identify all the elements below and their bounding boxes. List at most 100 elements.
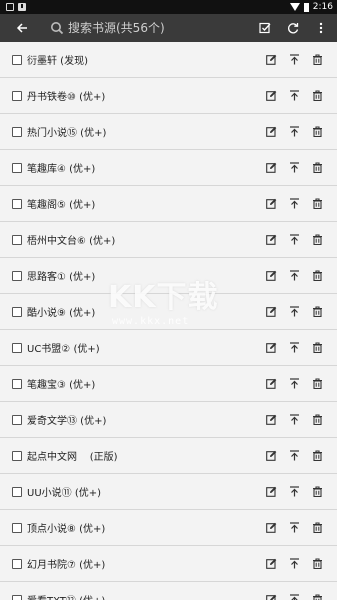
source-row[interactable]: 爱看TXT⑫ (优+) [0, 582, 337, 600]
source-checkbox[interactable] [12, 90, 22, 101]
source-row[interactable]: 爱奇文学⑬ (优+) [0, 402, 337, 438]
delete-button[interactable] [312, 306, 323, 317]
move-top-button[interactable] [289, 270, 300, 281]
source-checkbox[interactable] [12, 558, 22, 569]
move-top-button[interactable] [289, 306, 300, 317]
move-top-button[interactable] [289, 594, 300, 600]
source-row[interactable]: 起点中文网 (正版) [0, 438, 337, 474]
source-row[interactable]: UC书盟② (优+) [0, 330, 337, 366]
edit-icon [266, 162, 277, 173]
source-checkbox[interactable] [12, 54, 22, 65]
move-top-button[interactable] [289, 522, 300, 533]
move-to-top-icon [290, 54, 299, 65]
move-to-top-icon [290, 162, 299, 173]
delete-button[interactable] [312, 54, 323, 65]
move-to-top-icon [290, 126, 299, 137]
source-checkbox[interactable] [12, 306, 22, 317]
move-top-button[interactable] [289, 378, 300, 389]
edit-button[interactable] [266, 198, 277, 209]
move-top-button[interactable] [289, 414, 300, 425]
edit-button[interactable] [266, 270, 277, 281]
source-checkbox[interactable] [12, 126, 22, 137]
delete-button[interactable] [312, 126, 323, 137]
search-input[interactable] [68, 21, 228, 35]
source-checkbox[interactable] [12, 162, 22, 173]
source-row[interactable]: 酷小说⑨ (优+) [0, 294, 337, 330]
refresh-button[interactable] [287, 22, 299, 34]
edit-button[interactable] [266, 342, 277, 353]
source-checkbox[interactable] [12, 342, 22, 353]
delete-button[interactable] [312, 198, 323, 209]
source-checkbox[interactable] [12, 198, 22, 209]
move-top-button[interactable] [289, 486, 300, 497]
delete-button[interactable] [312, 234, 323, 245]
move-top-button[interactable] [289, 234, 300, 245]
move-top-button[interactable] [289, 198, 300, 209]
edit-button[interactable] [266, 486, 277, 497]
delete-button[interactable] [312, 522, 323, 533]
edit-icon [266, 486, 277, 497]
delete-button[interactable] [312, 162, 323, 173]
edit-button[interactable] [266, 414, 277, 425]
source-row[interactable]: 笔趣宝③ (优+) [0, 366, 337, 402]
move-to-top-icon [290, 270, 299, 281]
move-top-button[interactable] [289, 450, 300, 461]
source-checkbox[interactable] [12, 234, 22, 245]
delete-button[interactable] [312, 414, 323, 425]
source-checkbox[interactable] [12, 486, 22, 497]
edit-icon [266, 198, 277, 209]
edit-button[interactable] [266, 234, 277, 245]
source-checkbox[interactable] [12, 270, 22, 281]
edit-icon [266, 378, 277, 389]
source-row[interactable]: 顶点小说⑧ (优+) [0, 510, 337, 546]
back-button[interactable] [14, 20, 30, 36]
source-checkbox[interactable] [12, 594, 22, 600]
source-checkbox[interactable] [12, 450, 22, 461]
edit-button[interactable] [266, 450, 277, 461]
edit-button[interactable] [266, 90, 277, 101]
delete-button[interactable] [312, 90, 323, 101]
move-top-button[interactable] [289, 54, 300, 65]
source-row[interactable]: UU小说⑪ (优+) [0, 474, 337, 510]
edit-button[interactable] [266, 558, 277, 569]
move-to-top-icon [290, 378, 299, 389]
source-row[interactable]: 笔趣阁⑤ (优+) [0, 186, 337, 222]
source-row[interactable]: 热门小说⑮ (优+) [0, 114, 337, 150]
move-top-button[interactable] [289, 90, 300, 101]
source-row[interactable]: 思路客① (优+) [0, 258, 337, 294]
edit-button[interactable] [266, 306, 277, 317]
edit-button[interactable] [266, 54, 277, 65]
move-top-button[interactable] [289, 342, 300, 353]
search-bar[interactable] [50, 21, 259, 35]
delete-button[interactable] [312, 486, 323, 497]
trash-icon [313, 270, 322, 281]
source-row[interactable]: 梧州中文台⑥ (优+) [0, 222, 337, 258]
source-row[interactable]: 幻月书院⑦ (优+) [0, 546, 337, 582]
delete-button[interactable] [312, 594, 323, 600]
edit-button[interactable] [266, 162, 277, 173]
edit-button[interactable] [266, 522, 277, 533]
trash-icon [313, 198, 322, 209]
source-name: 起点中文网 (正版) [27, 452, 118, 463]
move-top-button[interactable] [289, 126, 300, 137]
source-row[interactable]: 丹书铁卷⑩ (优+) [0, 78, 337, 114]
delete-button[interactable] [312, 558, 323, 569]
move-top-button[interactable] [289, 162, 300, 173]
edit-button[interactable] [266, 594, 277, 600]
delete-button[interactable] [312, 270, 323, 281]
source-row[interactable]: 衍墨轩 (发现) [0, 42, 337, 78]
edit-button[interactable] [266, 126, 277, 137]
move-top-button[interactable] [289, 558, 300, 569]
edit-button[interactable] [266, 378, 277, 389]
delete-button[interactable] [312, 342, 323, 353]
move-to-top-icon [290, 198, 299, 209]
delete-button[interactable] [312, 450, 323, 461]
source-checkbox[interactable] [12, 378, 22, 389]
status-bar: 2:16 [0, 0, 337, 14]
source-row[interactable]: 笔趣库④ (优+) [0, 150, 337, 186]
delete-button[interactable] [312, 378, 323, 389]
source-checkbox[interactable] [12, 522, 22, 533]
more-options-button[interactable] [315, 22, 327, 34]
source-checkbox[interactable] [12, 414, 22, 425]
select-all-button[interactable] [259, 22, 271, 34]
